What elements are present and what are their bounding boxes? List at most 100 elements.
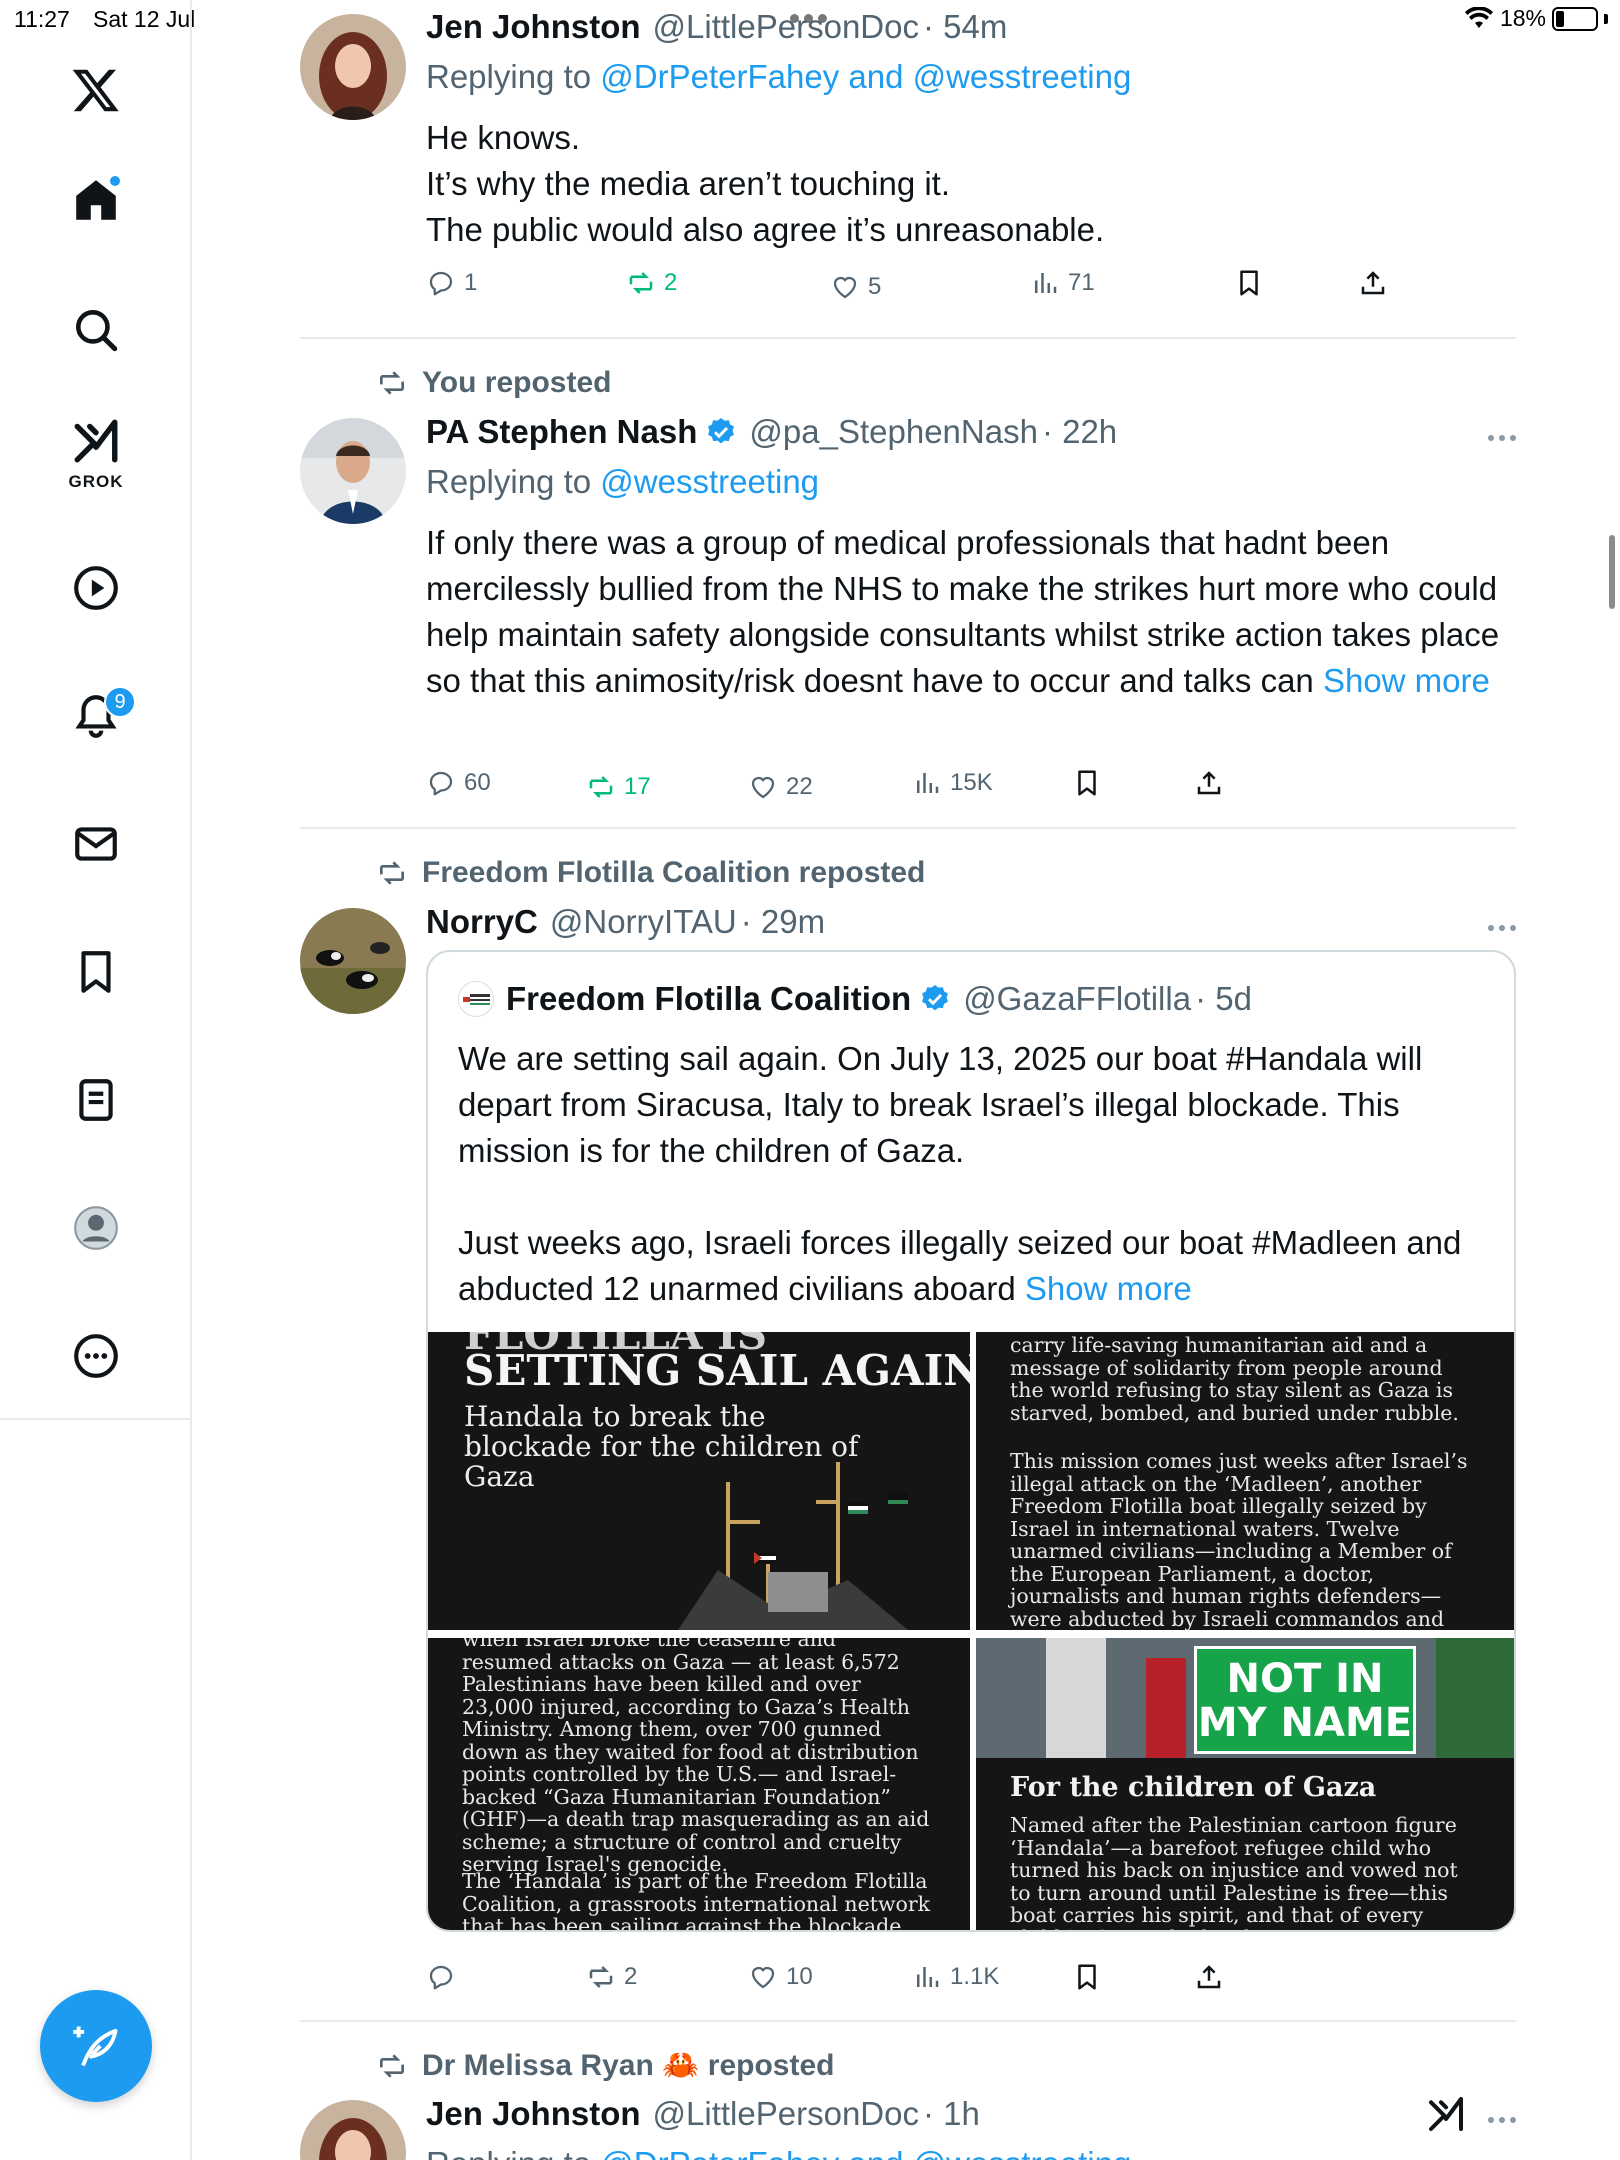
replying-targets-link[interactable]: @DrPeterFahey and @wesstreeting <box>600 2145 1131 2160</box>
quoted-author-name[interactable]: Freedom Flotilla Coalition <box>506 980 911 1018</box>
quoted-post-card[interactable]: Freedom Flotilla Coalition @GazaFFlotill… <box>426 950 1516 1932</box>
heart-icon <box>751 1966 775 1989</box>
replying-label: Replying to <box>426 58 592 95</box>
x-logo-icon[interactable] <box>58 52 134 128</box>
wifi-icon <box>1464 6 1493 28</box>
quoted-author-handle[interactable]: @GazaFFlotilla <box>963 980 1191 1018</box>
repost-label[interactable]: Freedom Flotilla Coalition reposted <box>422 856 925 890</box>
image-heading: For the children of Gaza <box>1010 1772 1377 1803</box>
notifications-badge: 9 <box>104 686 136 718</box>
post-body-line: It’s why the media aren’t touching it. <box>426 165 951 202</box>
share-button[interactable] <box>1358 268 1388 298</box>
share-button[interactable] <box>1194 1962 1224 1992</box>
media-image-3[interactable]: when Israel broke the ceasefire and resu… <box>428 1638 970 1930</box>
freedom-flotilla-logo-icon <box>458 981 494 1017</box>
repost-button[interactable]: 2 <box>626 268 677 298</box>
author-handle[interactable]: @pa_StephenNash <box>749 413 1038 451</box>
repost-label[interactable]: You reposted <box>422 366 611 400</box>
share-icon <box>1361 271 1385 295</box>
repost-label[interactable]: Dr Melissa Ryan 🦀 reposted <box>422 2048 835 2083</box>
post-time[interactable]: · 54m <box>923 8 1007 46</box>
quoted-post-time[interactable]: · 5d <box>1195 980 1252 1018</box>
media-image-1[interactable]: FLOTILLA IS SETTING SAIL AGAIN Handala t… <box>428 1332 970 1630</box>
post-more-button[interactable] <box>1476 918 1516 938</box>
post-time[interactable]: · 1h <box>923 2095 980 2133</box>
compose-post-button[interactable] <box>40 1990 152 2102</box>
post-more-button[interactable] <box>1476 428 1516 448</box>
show-more-link[interactable]: Show more <box>1323 662 1490 699</box>
post-body-line: The public would also agree it’s unreaso… <box>426 211 1105 248</box>
messages-envelope-icon[interactable] <box>58 806 134 882</box>
profile-avatar-icon[interactable] <box>58 1190 134 1266</box>
post-body-line: He knows. <box>426 119 581 156</box>
views-count: 71 <box>1068 269 1095 296</box>
views-chart-icon <box>1035 273 1057 293</box>
bookmark-icon <box>1240 270 1258 296</box>
reply-button[interactable]: 60 <box>426 768 491 798</box>
reply-count: 1 <box>464 269 478 296</box>
avatar[interactable] <box>300 418 406 524</box>
search-icon[interactable] <box>58 292 134 368</box>
image-text: carry life-saving humanitarian aid and a… <box>1010 1333 1459 1425</box>
reply-icon <box>429 771 453 796</box>
post-jen-johnston-2[interactable]: Dr Melissa Ryan 🦀 reposted Jen Johnston … <box>300 2042 1516 2160</box>
bookmark-button[interactable] <box>1072 768 1102 798</box>
post-time[interactable]: · 22h <box>1042 413 1117 451</box>
feed-scrollbar[interactable] <box>1609 535 1615 609</box>
repost-indicator: Dr Melissa Ryan 🦀 reposted <box>376 2048 835 2083</box>
notifications-bell-icon[interactable]: 9 <box>58 678 136 754</box>
author-name[interactable]: PA Stephen Nash <box>426 413 697 451</box>
author-name[interactable]: NorryC <box>426 903 538 941</box>
share-button[interactable] <box>1194 768 1224 798</box>
repost-icon <box>629 272 653 294</box>
more-options-icon[interactable] <box>58 1318 134 1394</box>
bookmarks-icon[interactable] <box>58 934 134 1010</box>
sidebar-divider <box>0 1418 192 1420</box>
author-name[interactable]: Jen Johnston <box>426 8 641 46</box>
like-button[interactable]: 5 <box>830 272 881 302</box>
sidebar: GROK 9 <box>0 0 192 2160</box>
avatar[interactable] <box>300 2100 406 2160</box>
views-button[interactable]: 1.1K <box>912 1962 999 1992</box>
grok-icon[interactable]: GROK <box>58 412 134 491</box>
replying-to: Replying to @DrPeterFahey and @wesstreet… <box>426 2145 1131 2160</box>
repost-count: 2 <box>624 1963 638 1990</box>
repost-button[interactable]: 2 <box>586 1962 637 1992</box>
video-play-icon[interactable] <box>58 550 134 626</box>
replying-targets-link[interactable]: @wesstreeting <box>600 463 819 500</box>
replying-to: Replying to @wesstreeting <box>426 463 819 501</box>
views-button[interactable]: 71 <box>1030 268 1095 298</box>
avatar[interactable] <box>300 14 406 120</box>
show-more-link[interactable]: Show more <box>1025 1270 1192 1307</box>
media-image-4[interactable]: NOT IN MY NAME For the children of Gaza … <box>976 1638 1514 1930</box>
like-button[interactable]: 10 <box>748 1962 813 1992</box>
author-name[interactable]: Jen Johnston <box>426 2095 641 2133</box>
replying-targets-link[interactable]: @DrPeterFahey and @wesstreeting <box>600 58 1131 95</box>
battery-tip <box>1604 13 1608 24</box>
post-time[interactable]: · 29m <box>741 903 825 941</box>
not-in-my-name-sign: NOT IN MY NAME <box>1194 1646 1416 1754</box>
bookmark-button[interactable] <box>1072 1962 1102 1992</box>
author-handle[interactable]: @NorryITAU <box>550 903 737 941</box>
bookmark-button[interactable] <box>1234 268 1264 298</box>
reply-button[interactable] <box>426 1962 464 1992</box>
author-handle[interactable]: @LittlePersonDoc <box>653 2095 919 2133</box>
home-icon[interactable] <box>58 162 134 238</box>
reply-button[interactable]: 1 <box>426 268 477 298</box>
views-button[interactable]: 15K <box>912 768 993 798</box>
post-more-button[interactable] <box>1476 2110 1516 2130</box>
lists-icon[interactable] <box>58 1062 134 1138</box>
repost-indicator: You reposted <box>376 366 611 400</box>
boat-mast-illustration <box>678 1462 908 1630</box>
home-unread-dot <box>108 174 122 188</box>
repost-icon <box>380 371 404 395</box>
media-image-2[interactable]: carry life-saving humanitarian aid and a… <box>976 1332 1514 1630</box>
repost-button[interactable]: 17 <box>586 772 651 802</box>
avatar[interactable] <box>300 908 406 1014</box>
grok-icon[interactable] <box>1426 2094 1466 2134</box>
verified-badge-icon <box>708 418 735 444</box>
post-separator <box>300 337 1516 339</box>
author-handle[interactable]: @LittlePersonDoc <box>653 8 919 46</box>
like-count: 22 <box>786 773 813 800</box>
like-button[interactable]: 22 <box>748 772 813 802</box>
